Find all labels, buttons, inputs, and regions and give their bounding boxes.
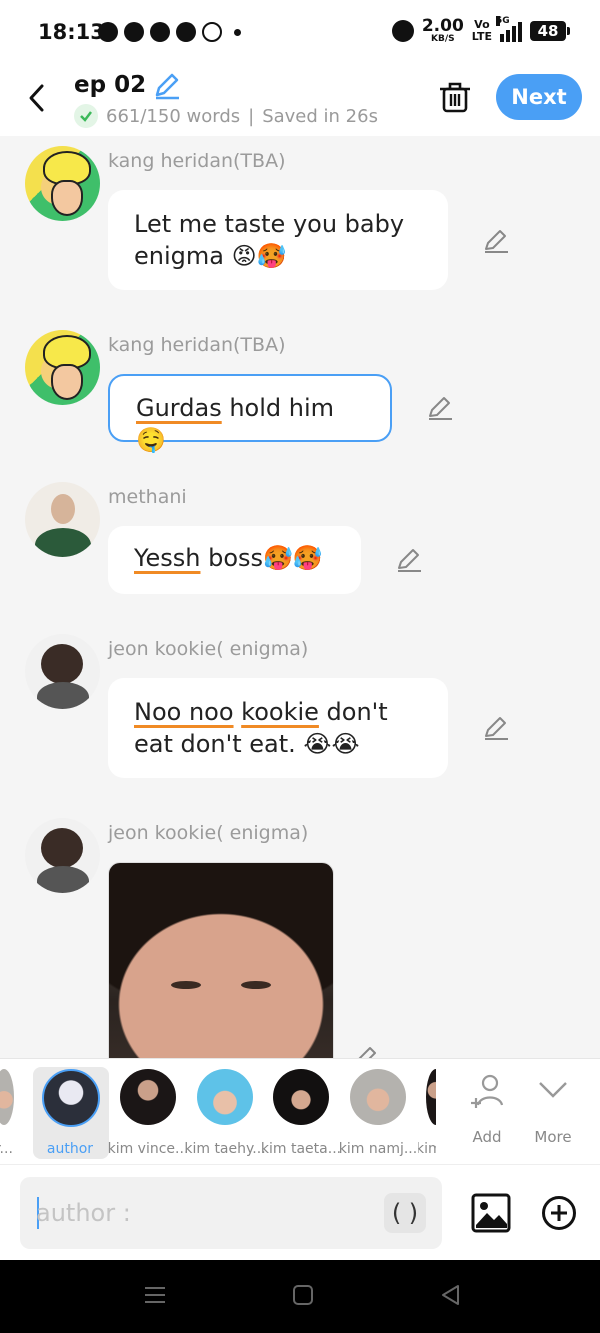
- character-label: kim vince...: [107, 1141, 189, 1157]
- check-icon: [74, 104, 98, 128]
- character-label: kim taehy...: [184, 1141, 266, 1157]
- menu-nav-icon[interactable]: [144, 1284, 166, 1306]
- saved-status: Saved in 26s: [262, 105, 378, 127]
- trash-icon[interactable]: [438, 80, 472, 114]
- spellcheck-word: Yessh: [134, 544, 201, 572]
- save-status: 661/150 words | Saved in 26s: [74, 104, 378, 128]
- spellcheck-word: Noo noo: [134, 698, 234, 726]
- character-avatar: [273, 1069, 329, 1125]
- alarm-icon: [391, 20, 414, 42]
- character-avatar: [350, 1069, 406, 1125]
- editor-header: ep 02 661/150 words | Saved in 26s Next: [0, 66, 600, 136]
- add-user-icon: [471, 1074, 504, 1108]
- avatar-kang-heridan[interactable]: [25, 330, 100, 405]
- character-avatar: [120, 1069, 176, 1125]
- network-speed: 2.00 KB/S: [422, 18, 464, 44]
- next-button[interactable]: Next: [496, 74, 582, 120]
- chat-area[interactable]: kang heridan(TBA) Let me taste you baby …: [0, 136, 600, 1058]
- back-arrow-icon[interactable]: [22, 80, 54, 116]
- status-bar: 18:13 2.00 KB/S Vo LTE 5G 48: [0, 0, 600, 66]
- message-bubble-selected[interactable]: Gurdas hold him 🤤: [108, 374, 392, 454]
- add-character-button[interactable]: Add: [454, 1059, 520, 1159]
- message-bubble[interactable]: Yessh boss🥵🥵: [108, 526, 361, 594]
- add-circle-icon[interactable]: [541, 1195, 577, 1231]
- home-nav-icon[interactable]: [292, 1284, 314, 1306]
- character-avatar: [42, 1069, 100, 1127]
- avatar-jeon-kookie[interactable]: [25, 818, 100, 893]
- character-label: kim: [418, 1141, 436, 1157]
- snapchat-icon: [176, 22, 196, 42]
- spellcheck-word: Gurdas: [136, 394, 222, 422]
- composer: ( ): [0, 1164, 600, 1260]
- edit-title-icon[interactable]: [152, 70, 182, 100]
- system-nav-bar: [0, 1260, 600, 1333]
- edit-message-icon[interactable]: [395, 546, 423, 574]
- edit-message-icon[interactable]: [352, 1044, 380, 1058]
- character-chip[interactable]: kim: [418, 1067, 436, 1159]
- whatsapp-icon: [202, 22, 222, 42]
- message-text: boss🥵🥵: [200, 544, 323, 572]
- network-type: 5G: [496, 16, 510, 26]
- character-label: author: [46, 1141, 94, 1157]
- message-author: methani: [108, 486, 187, 508]
- word-count: 661/150 words: [106, 105, 241, 127]
- edit-message-icon[interactable]: [426, 394, 454, 422]
- battery-icon: 48: [530, 21, 570, 41]
- more-notifications-dot-icon: [234, 28, 241, 36]
- character-avatar: [197, 1069, 253, 1125]
- notification-icons: [98, 22, 241, 42]
- character-chip-author[interactable]: author: [33, 1067, 109, 1159]
- avatar-methani[interactable]: [25, 482, 100, 557]
- character-label: r...: [0, 1141, 13, 1157]
- message-author: kang heridan(TBA): [108, 334, 286, 356]
- avatar-jeon-kookie[interactable]: [25, 634, 100, 709]
- parentheses-button[interactable]: ( ): [384, 1193, 426, 1233]
- volte-indicator: Vo LTE: [471, 18, 492, 43]
- more-label: More: [534, 1128, 572, 1146]
- edit-message-icon[interactable]: [482, 227, 510, 255]
- network-speed-unit: KB/S: [431, 34, 455, 44]
- character-chip[interactable]: kim taeta...: [261, 1067, 341, 1159]
- message-bubble[interactable]: Let me taste you baby enigma 😡🥵: [108, 190, 448, 290]
- character-chip[interactable]: kim namj...: [339, 1067, 417, 1159]
- network-speed-value: 2.00: [421, 16, 464, 36]
- signal-icon: 5G: [496, 16, 522, 42]
- more-button[interactable]: More: [520, 1059, 586, 1159]
- add-label: Add: [472, 1128, 502, 1146]
- message-author: jeon kookie( enigma): [108, 638, 309, 660]
- message-photo[interactable]: [108, 862, 334, 1058]
- back-nav-icon[interactable]: [440, 1284, 462, 1306]
- snapchat-icon: [98, 22, 118, 42]
- message-text: Let me taste you baby enigma 😡🥵: [134, 210, 405, 270]
- chevron-down-icon: [539, 1082, 567, 1098]
- snapchat-icon: [124, 22, 144, 42]
- message-author: kang heridan(TBA): [108, 150, 286, 172]
- character-avatar: [0, 1069, 14, 1125]
- meta-separator: |: [248, 105, 255, 127]
- message-author: jeon kookie( enigma): [108, 822, 309, 844]
- message-bubble[interactable]: Noo noo kookie don't eat don't eat. 😭😭: [108, 678, 448, 778]
- status-time: 18:13: [38, 20, 105, 44]
- character-chip[interactable]: kim taehy...: [184, 1067, 266, 1159]
- episode-title-text: ep 02: [74, 72, 147, 98]
- composer-box[interactable]: ( ): [20, 1177, 442, 1249]
- episode-title[interactable]: ep 02: [74, 70, 182, 100]
- character-chip[interactable]: r...: [0, 1067, 22, 1159]
- spellcheck-word: kookie: [241, 698, 319, 726]
- image-icon[interactable]: [471, 1193, 511, 1233]
- character-label: kim taeta...: [260, 1141, 342, 1157]
- edit-message-icon[interactable]: [482, 714, 510, 742]
- snapchat-icon: [150, 22, 170, 42]
- character-picker[interactable]: r... author kim vince... kim taehy... ki…: [0, 1058, 600, 1164]
- character-label: kim namj...: [338, 1141, 418, 1157]
- character-chip[interactable]: kim vince...: [108, 1067, 188, 1159]
- character-avatar: [426, 1069, 436, 1125]
- message-input[interactable]: [36, 1177, 376, 1249]
- avatar-kang-heridan[interactable]: [25, 146, 100, 221]
